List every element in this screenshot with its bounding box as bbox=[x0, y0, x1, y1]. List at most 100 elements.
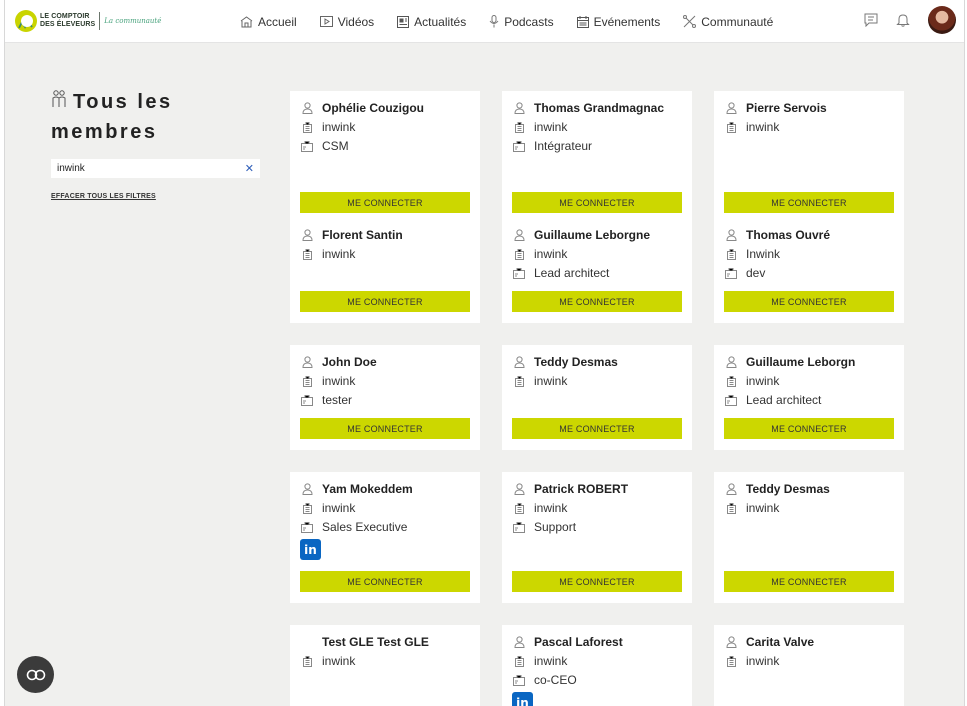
messages-icon[interactable] bbox=[864, 13, 878, 27]
connect-button[interactable]: ME CONNECTER bbox=[300, 418, 470, 439]
member-name[interactable]: Guillaume Leborgne bbox=[512, 228, 650, 242]
community-icon bbox=[683, 15, 697, 28]
member-name[interactable]: Thomas Ouvré bbox=[724, 228, 830, 242]
member-card[interactable]: Test GLE Test GLE inwink bbox=[290, 625, 480, 706]
member-name[interactable]: Patrick ROBERT bbox=[512, 482, 628, 496]
member-card[interactable]: Thomas Grandmagnac inwink Intégrateur ME CO… bbox=[502, 91, 692, 224]
member-name[interactable]: Ophélie Couzigou bbox=[300, 101, 424, 115]
nav-item-evenements[interactable]: Evénements bbox=[576, 14, 661, 29]
briefcase-icon bbox=[300, 394, 314, 406]
linkedin-icon[interactable]: in bbox=[512, 692, 533, 706]
member-card[interactable]: Thomas Ouvré Inwink dev ME CONNECTER bbox=[714, 218, 904, 323]
member-name[interactable]: Pierre Servois bbox=[724, 101, 827, 115]
building-icon bbox=[512, 502, 526, 514]
member-name[interactable]: John Doe bbox=[300, 355, 377, 369]
remove-filter-icon[interactable]: ✕ bbox=[245, 162, 254, 175]
user-avatar[interactable] bbox=[928, 6, 956, 34]
member-company-text: inwink bbox=[322, 120, 356, 134]
connect-button[interactable]: ME CONNECTER bbox=[724, 192, 894, 213]
member-card[interactable]: Ophélie Couzigou inwink CSM ME CONNECTER bbox=[290, 91, 480, 224]
connect-button[interactable]: ME CONNECTER bbox=[724, 291, 894, 312]
connect-button[interactable]: ME CONNECTER bbox=[300, 291, 470, 312]
accessibility-icon bbox=[26, 669, 45, 680]
member-name[interactable]: Teddy Desmas bbox=[512, 355, 618, 369]
active-filter-chip[interactable]: inwink ✕ bbox=[51, 159, 260, 178]
member-name[interactable]: Yam Mokeddem bbox=[300, 482, 413, 496]
briefcase-icon bbox=[300, 140, 314, 152]
nav-label: Accueil bbox=[258, 14, 297, 29]
member-card[interactable]: Teddy Desmas inwink ME CONNECTER bbox=[714, 472, 904, 603]
member-company: inwink bbox=[512, 654, 567, 668]
nav-label: Evénements bbox=[593, 14, 661, 29]
member-company: inwink bbox=[724, 501, 779, 515]
member-card[interactable]: Guillaume Leborgn inwink Lead architect ME … bbox=[714, 345, 904, 450]
nav-item-podcasts[interactable]: Podcasts bbox=[489, 14, 554, 29]
member-card[interactable]: Pascal Laforest inwink co-CEO in bbox=[502, 625, 692, 706]
member-name-text: Guillaume Leborgne bbox=[534, 228, 651, 242]
linkedin-icon[interactable]: in bbox=[300, 539, 321, 560]
member-name-text: Teddy Desmas bbox=[534, 355, 618, 369]
member-role: Lead architect bbox=[724, 393, 821, 407]
top-header: LE COMPTOIR DES ÉLEVEURS La communauté A… bbox=[5, 0, 964, 43]
connect-button[interactable]: ME CONNECTER bbox=[512, 192, 682, 213]
nav-item-videos[interactable]: Vidéos bbox=[319, 15, 374, 29]
building-icon bbox=[724, 655, 738, 667]
member-name[interactable]: Teddy Desmas bbox=[724, 482, 830, 496]
members-icon bbox=[52, 90, 66, 107]
member-card[interactable]: Teddy Desmas inwink ME CONNECTER bbox=[502, 345, 692, 450]
person-icon bbox=[512, 229, 526, 241]
member-company-text: inwink bbox=[746, 120, 780, 134]
accessibility-button[interactable] bbox=[17, 656, 54, 693]
building-icon bbox=[512, 121, 526, 133]
member-card[interactable]: Carita Valve inwink bbox=[714, 625, 904, 706]
brand-tagline: La communauté bbox=[104, 17, 162, 25]
connect-button[interactable]: ME CONNECTER bbox=[512, 571, 682, 592]
calendar-icon bbox=[576, 15, 589, 28]
nav-item-actualites[interactable]: Actualités bbox=[397, 15, 466, 29]
connect-button[interactable]: ME CONNECTER bbox=[300, 571, 470, 592]
nav-item-accueil[interactable]: Accueil bbox=[240, 15, 297, 29]
person-icon bbox=[724, 356, 738, 368]
building-icon bbox=[512, 248, 526, 260]
member-company-text: inwink bbox=[534, 374, 568, 388]
nav-label: Actualités bbox=[414, 14, 467, 29]
connect-button[interactable]: ME CONNECTER bbox=[512, 291, 682, 312]
member-card[interactable]: Patrick ROBERT inwink Support ME CONNECTER bbox=[502, 472, 692, 603]
member-role-text: CSM bbox=[322, 139, 349, 153]
member-name-text: Thomas Grandmagnac bbox=[534, 101, 665, 115]
member-name[interactable]: Carita Valve bbox=[724, 635, 814, 649]
logo-mark-icon bbox=[15, 10, 37, 32]
clear-filters-link[interactable]: EFFACER TOUS LES FILTRES bbox=[51, 193, 156, 200]
nav-label: Podcasts bbox=[504, 14, 554, 29]
member-card[interactable]: Guillaume Leborgne inwink Lead architect ME… bbox=[502, 218, 692, 323]
connect-button[interactable]: ME CONNECTER bbox=[724, 418, 894, 439]
video-icon bbox=[319, 16, 333, 27]
member-name[interactable]: Pascal Laforest bbox=[512, 635, 623, 649]
bell-icon[interactable] bbox=[896, 13, 910, 27]
member-card[interactable]: Florent Santin inwink ME CONNECTER bbox=[290, 218, 480, 323]
member-company: inwink bbox=[300, 247, 355, 261]
member-company-text: inwink bbox=[534, 120, 568, 134]
connect-button[interactable]: ME CONNECTER bbox=[512, 418, 682, 439]
app-window: LE COMPTOIR DES ÉLEVEURS La communauté A… bbox=[4, 0, 965, 706]
page-title-line2: membres bbox=[51, 121, 158, 143]
nav-item-communaute[interactable]: Communauté bbox=[683, 15, 773, 29]
member-name-text: Yam Mokeddem bbox=[322, 482, 413, 496]
brand-logo[interactable]: LE COMPTOIR DES ÉLEVEURS La communauté bbox=[15, 6, 161, 36]
briefcase-icon bbox=[724, 394, 738, 406]
member-name[interactable]: Thomas Grandmagnac bbox=[512, 101, 664, 115]
member-card[interactable]: Pierre Servois inwink ME CONNECTER bbox=[714, 91, 904, 224]
header-actions bbox=[864, 6, 956, 34]
member-card[interactable]: Yam Mokeddem inwink Sales Executive in ME CO… bbox=[290, 472, 480, 603]
connect-button[interactable]: ME CONNECTER bbox=[724, 571, 894, 592]
member-name[interactable]: Guillaume Leborgn bbox=[724, 355, 855, 369]
member-name[interactable]: Florent Santin bbox=[300, 228, 403, 242]
connect-button[interactable]: ME CONNECTER bbox=[300, 192, 470, 213]
nav-label: Communauté bbox=[701, 14, 774, 29]
member-card[interactable]: John Doe inwink tester ME CONNECTER bbox=[290, 345, 480, 450]
briefcase-icon bbox=[512, 521, 526, 533]
member-name[interactable]: Test GLE Test GLE bbox=[300, 635, 429, 649]
member-company-text: inwink bbox=[322, 374, 356, 388]
member-name-text: John Doe bbox=[322, 355, 377, 369]
member-company: inwink bbox=[512, 247, 567, 261]
